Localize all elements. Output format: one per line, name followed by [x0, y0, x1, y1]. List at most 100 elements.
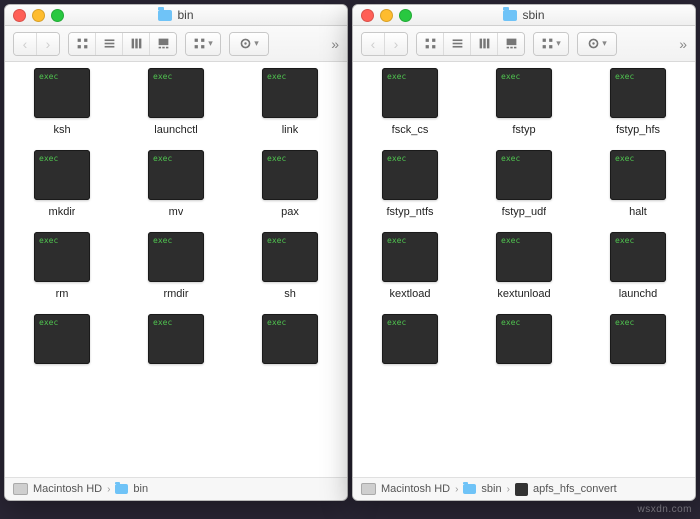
- file-item[interactable]: exec: [467, 314, 581, 370]
- path-segment[interactable]: Macintosh HD: [381, 483, 450, 495]
- file-item[interactable]: execlink: [233, 68, 347, 136]
- file-name: launchd: [619, 288, 658, 300]
- group-button[interactable]: ▾: [185, 32, 221, 56]
- file-item[interactable]: execkextload: [353, 232, 467, 300]
- path-bar[interactable]: Macintosh HD › bin: [5, 477, 347, 500]
- exec-icon: exec: [262, 314, 318, 364]
- close-icon[interactable]: [361, 9, 374, 22]
- list-view-button[interactable]: [444, 33, 471, 55]
- file-item[interactable]: exec: [581, 314, 695, 370]
- exec-icon: exec: [382, 68, 438, 118]
- file-item[interactable]: exec rm: [5, 232, 119, 300]
- icon-view-button[interactable]: [417, 33, 444, 55]
- chevron-right-icon: ›: [107, 484, 110, 495]
- file-item[interactable]: exec rmdir: [119, 232, 233, 300]
- exec-icon: exec: [262, 232, 318, 282]
- toolbar-overflow-icon[interactable]: »: [679, 37, 687, 51]
- file-name: pax: [281, 206, 299, 218]
- path-segment[interactable]: sbin: [481, 483, 501, 495]
- view-buttons: [68, 32, 177, 56]
- file-item[interactable]: exec fstyp_hfs: [581, 68, 695, 136]
- forward-button[interactable]: ›: [385, 33, 407, 55]
- exec-icon: exec: [382, 314, 438, 364]
- file-item[interactable]: exec: [353, 314, 467, 370]
- chevron-right-icon: ›: [455, 484, 458, 495]
- exec-icon: exec: [148, 314, 204, 364]
- path-segment[interactable]: Macintosh HD: [33, 483, 102, 495]
- file-item[interactable]: execfstyp_ntfs: [353, 150, 467, 218]
- file-name: rmdir: [163, 288, 188, 300]
- chevron-right-icon: ›: [507, 484, 510, 495]
- gallery-view-button[interactable]: [498, 33, 524, 55]
- title-text: sbin: [522, 8, 544, 22]
- file-name: fstyp_hfs: [616, 124, 660, 136]
- folder-icon: [158, 10, 172, 21]
- gear-icon: [587, 37, 600, 50]
- titlebar[interactable]: bin: [5, 5, 347, 26]
- exec-icon: exec: [34, 232, 90, 282]
- disk-icon: [361, 483, 376, 495]
- file-item[interactable]: execksh: [5, 68, 119, 136]
- action-button[interactable]: ▾: [577, 32, 617, 56]
- back-button[interactable]: ‹: [362, 33, 385, 55]
- file-item[interactable]: exec: [119, 314, 233, 370]
- window-controls: [361, 9, 412, 22]
- file-name: launchctl: [154, 124, 197, 136]
- action-button[interactable]: ▾: [229, 32, 269, 56]
- exec-icon: exec: [34, 68, 90, 118]
- file-name: sh: [284, 288, 296, 300]
- path-segment[interactable]: bin: [133, 483, 148, 495]
- view-buttons: [416, 32, 525, 56]
- close-icon[interactable]: [13, 9, 26, 22]
- exec-icon: exec: [262, 68, 318, 118]
- file-item[interactable]: exec launchd: [581, 232, 695, 300]
- exec-icon: exec: [610, 150, 666, 200]
- toolbar: ‹ › ▾ ▾: [353, 26, 695, 62]
- nav-buttons: ‹ ›: [13, 32, 60, 56]
- list-view-button[interactable]: [96, 33, 123, 55]
- file-item[interactable]: exechalt: [581, 150, 695, 218]
- file-name: kextunload: [497, 288, 550, 300]
- file-item[interactable]: exec: [5, 314, 119, 370]
- path-bar[interactable]: Macintosh HD › sbin › apfs_hfs_convert: [353, 477, 695, 500]
- file-item[interactable]: execfstyp: [467, 68, 581, 136]
- window-controls: [13, 9, 64, 22]
- forward-button[interactable]: ›: [37, 33, 59, 55]
- titlebar[interactable]: sbin: [353, 5, 695, 26]
- file-item[interactable]: exec mv: [119, 150, 233, 218]
- exec-icon: exec: [610, 68, 666, 118]
- minimize-icon[interactable]: [32, 9, 45, 22]
- folder-icon: [503, 10, 517, 21]
- file-item[interactable]: exec fsck_cs: [353, 68, 467, 136]
- column-view-button[interactable]: [123, 33, 150, 55]
- file-item[interactable]: exec sh: [233, 232, 347, 300]
- path-segment[interactable]: apfs_hfs_convert: [533, 483, 617, 495]
- file-name: fsck_cs: [392, 124, 429, 136]
- minimize-icon[interactable]: [380, 9, 393, 22]
- file-item[interactable]: exec pax: [233, 150, 347, 218]
- column-view-button[interactable]: [471, 33, 498, 55]
- disk-icon: [13, 483, 28, 495]
- toolbar-overflow-icon[interactable]: »: [331, 37, 339, 51]
- exec-icon: exec: [610, 232, 666, 282]
- nav-buttons: ‹ ›: [361, 32, 408, 56]
- file-name: rm: [56, 288, 69, 300]
- file-item[interactable]: execmkdir: [5, 150, 119, 218]
- file-item[interactable]: execlaunchctl: [119, 68, 233, 136]
- file-icon: [515, 483, 528, 496]
- zoom-icon[interactable]: [399, 9, 412, 22]
- exec-icon: exec: [148, 232, 204, 282]
- file-item[interactable]: execkextunload: [467, 232, 581, 300]
- back-button[interactable]: ‹: [14, 33, 37, 55]
- icon-view-button[interactable]: [69, 33, 96, 55]
- group-button[interactable]: ▾: [533, 32, 569, 56]
- zoom-icon[interactable]: [51, 9, 64, 22]
- file-name: mv: [169, 206, 184, 218]
- file-item[interactable]: exec: [233, 314, 347, 370]
- exec-icon: exec: [148, 150, 204, 200]
- title-text: bin: [177, 8, 193, 22]
- exec-icon: exec: [34, 150, 90, 200]
- file-item[interactable]: execfstyp_udf: [467, 150, 581, 218]
- exec-icon: exec: [262, 150, 318, 200]
- gallery-view-button[interactable]: [150, 33, 176, 55]
